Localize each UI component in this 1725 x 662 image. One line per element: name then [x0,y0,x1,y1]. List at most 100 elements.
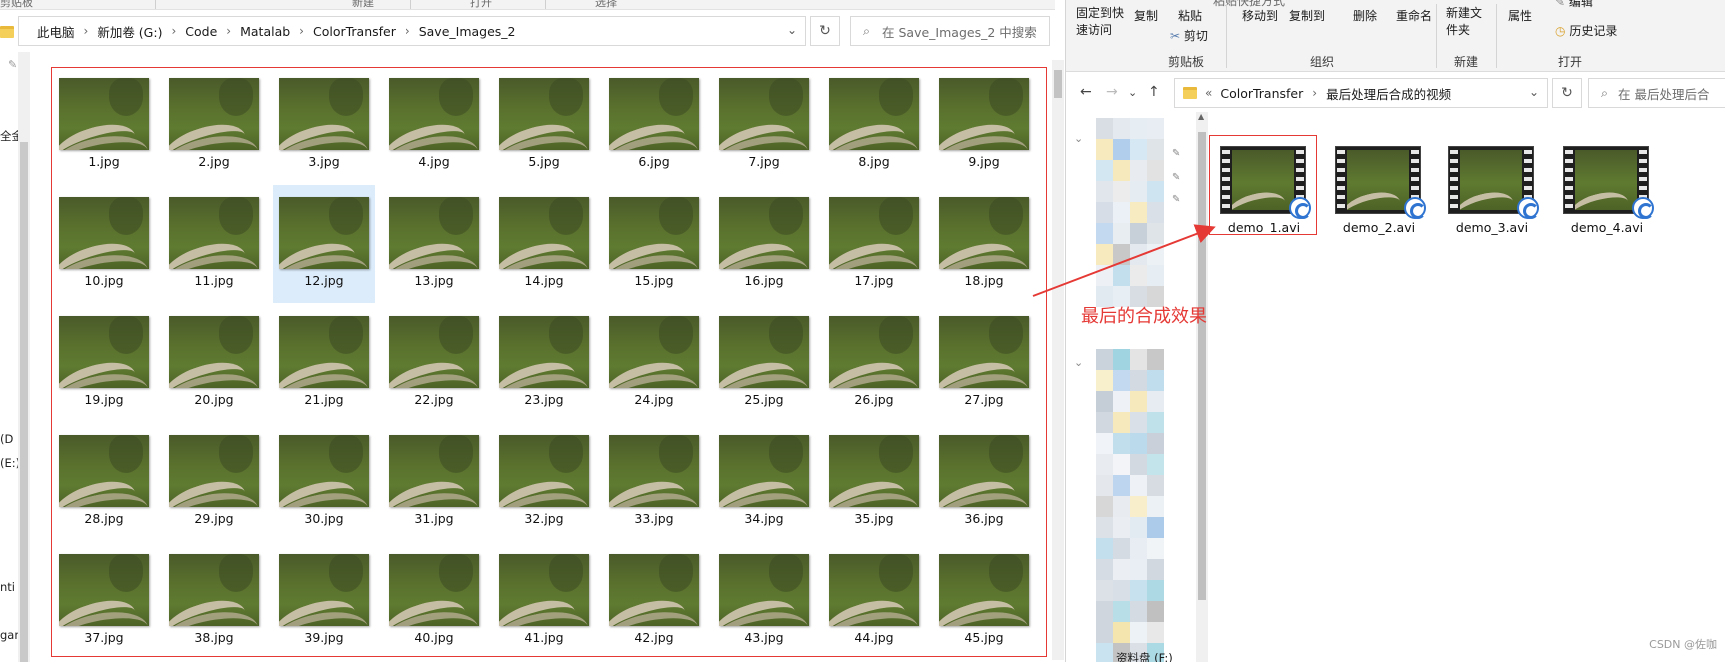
image-thumbnail [169,554,259,626]
pin-quick-access-button[interactable]: 固定到快速访问 [1076,5,1128,39]
history-button[interactable]: ◷ 历史记录 [1555,22,1617,39]
thumbnail-item[interactable]: 24.jpg [603,304,705,422]
edit-button[interactable]: ✎ 编辑 [1555,0,1593,10]
thumbnail-item[interactable]: 20.jpg [163,304,265,422]
video-file-icon [1448,146,1539,219]
thumbnail-item[interactable]: 6.jpg [603,66,705,184]
thumbnail-item[interactable]: 18.jpg [933,185,1035,303]
thumbnail-item[interactable]: 21.jpg [273,304,375,422]
thumbnail-item[interactable]: 22.jpg [383,304,485,422]
thumbnail-item[interactable]: 41.jpg [493,542,595,660]
nav-fragment-4[interactable]: nti [0,580,15,594]
thumbnail-item[interactable]: 35.jpg [823,423,925,541]
thumbnail-item[interactable]: 31.jpg [383,423,485,541]
thumbnail-item[interactable]: 2.jpg [163,66,265,184]
thumbnail-item[interactable]: 13.jpg [383,185,485,303]
thumbnail-label: 22.jpg [414,392,454,407]
thumbnail-item[interactable]: 28.jpg [53,423,155,541]
video-file-label: demo_2.avi [1342,220,1416,235]
breadcrumb-colortransfer[interactable]: ColorTransfer [313,24,396,39]
up-arrow-icon[interactable]: ↑ [1148,84,1160,100]
video-file-item[interactable]: demo_3.avi [1438,134,1546,235]
thumbnail-item[interactable]: 4.jpg [383,66,485,184]
thumbnail-label: 2.jpg [198,154,230,169]
breadcrumb-code[interactable]: Code [185,24,217,39]
right-address-bar[interactable]: « ColorTransfer › 最后处理后合成的视频 ⌄ [1174,78,1548,108]
expand-chevron-icon[interactable]: ⌄ [1074,132,1083,145]
thumbnail-item[interactable]: 43.jpg [713,542,815,660]
breadcrumb-drive-g[interactable]: 新加卷 (G:) [97,22,162,41]
nav-drive-f[interactable]: 资料盘 (F:) [1116,650,1173,662]
breadcrumb-colortransfer[interactable]: ColorTransfer [1220,86,1303,101]
chevron-down-icon[interactable]: ⌄ [787,23,797,37]
copy-to-button[interactable]: 复制到 [1289,7,1325,24]
thumbnail-item[interactable]: 1.jpg [53,66,155,184]
breadcrumb-save-images-2[interactable]: Save_Images_2 [419,24,516,39]
back-arrow-icon[interactable]: ← [1080,84,1092,100]
breadcrumb-final-videos[interactable]: 最后处理后合成的视频 [1326,84,1451,103]
thumbnail-item[interactable]: 15.jpg [603,185,705,303]
thumbnail-item[interactable]: 32.jpg [493,423,595,541]
thumbnail-item[interactable]: 36.jpg [933,423,1035,541]
thumbnail-item[interactable]: 30.jpg [273,423,375,541]
properties-button[interactable]: 属性 [1508,7,1532,24]
left-nav-scrollbar[interactable] [18,52,30,662]
cut-button[interactable]: ✂ 剪切 [1170,27,1208,44]
thumbnail-item[interactable]: 17.jpg [823,185,925,303]
thumbnail-item[interactable]: 23.jpg [493,304,595,422]
chevron-down-icon[interactable]: ⌄ [1529,85,1539,99]
thumbnail-item[interactable]: 19.jpg [53,304,155,422]
breadcrumb-this-pc[interactable]: 此电脑 [37,22,75,41]
image-thumbnail [389,435,479,507]
thumbnail-item[interactable]: 39.jpg [273,542,375,660]
copy-button[interactable]: 复制 [1134,7,1158,24]
thumbnail-item[interactable]: 3.jpg [273,66,375,184]
overflow-chevron-icon[interactable]: « [1205,86,1212,100]
thumbnail-item[interactable]: 33.jpg [603,423,705,541]
thumbnail-item[interactable]: 29.jpg [163,423,265,541]
thumbnail-item[interactable]: 37.jpg [53,542,155,660]
delete-button[interactable]: 删除 [1353,7,1377,24]
video-file-item[interactable]: demo_4.avi [1553,134,1661,235]
thumbnail-item[interactable]: 8.jpg [823,66,925,184]
thumbnail-item[interactable]: 9.jpg [933,66,1035,184]
breadcrumb-matalab[interactable]: Matalab [240,24,290,39]
left-address-bar[interactable]: 此电脑 › 新加卷 (G:) › Code › Matalab › ColorT… [18,16,806,46]
refresh-button[interactable]: ↻ [1552,78,1582,108]
thumbnail-item[interactable]: 14.jpg [493,185,595,303]
refresh-button[interactable]: ↻ [810,16,840,46]
thumbnail-item[interactable]: 27.jpg [933,304,1035,422]
nav-fragment-2[interactable]: (D [0,432,13,446]
thumbnail-item[interactable]: 10.jpg [53,185,155,303]
image-thumbnail [389,316,479,388]
thumbnail-item[interactable]: 11.jpg [163,185,265,303]
thumbnail-item[interactable]: 26.jpg [823,304,925,422]
thumbnail-item[interactable]: 38.jpg [163,542,265,660]
scissors-icon: ✂ [1170,29,1181,43]
thumbnail-item[interactable]: 5.jpg [493,66,595,184]
recent-chevron-icon[interactable]: ⌄ [1128,86,1137,99]
new-folder-button[interactable]: 新建文件夹 [1446,5,1484,39]
thumbnail-item[interactable]: 34.jpg [713,423,815,541]
forward-arrow-icon[interactable]: → [1106,84,1118,100]
thumbnail-item[interactable]: 42.jpg [603,542,705,660]
image-thumbnail [829,197,919,269]
thumbnail-item[interactable]: 12.jpg [273,185,375,303]
thumbnail-item[interactable]: 44.jpg [823,542,925,660]
move-to-button[interactable]: 移动到 [1242,7,1278,24]
thumbnail-item[interactable]: 45.jpg [933,542,1035,660]
rename-button[interactable]: 重命名 [1396,7,1432,24]
thumbnail-item[interactable]: 7.jpg [713,66,815,184]
expand-chevron-icon[interactable]: ⌄ [1074,356,1083,369]
paste-button[interactable]: 粘贴 [1178,7,1202,24]
thumbnail-item[interactable]: 40.jpg [383,542,485,660]
right-search-input[interactable]: ⌕ 在 最后处理后合 [1588,78,1725,108]
scroll-up-icon[interactable]: ▲ [1198,112,1204,121]
left-content-scrollbar[interactable] [1052,60,1064,660]
right-nav-scrollbar[interactable]: ▲ [1196,112,1208,662]
video-file-item[interactable]: demo_2.avi [1325,134,1433,235]
thumbnail-item[interactable]: 25.jpg [713,304,815,422]
thumbnail-item[interactable]: 16.jpg [713,185,815,303]
image-thumbnail [499,78,589,150]
left-search-input[interactable]: ⌕ 在 Save_Images_2 中搜索 [850,16,1050,46]
